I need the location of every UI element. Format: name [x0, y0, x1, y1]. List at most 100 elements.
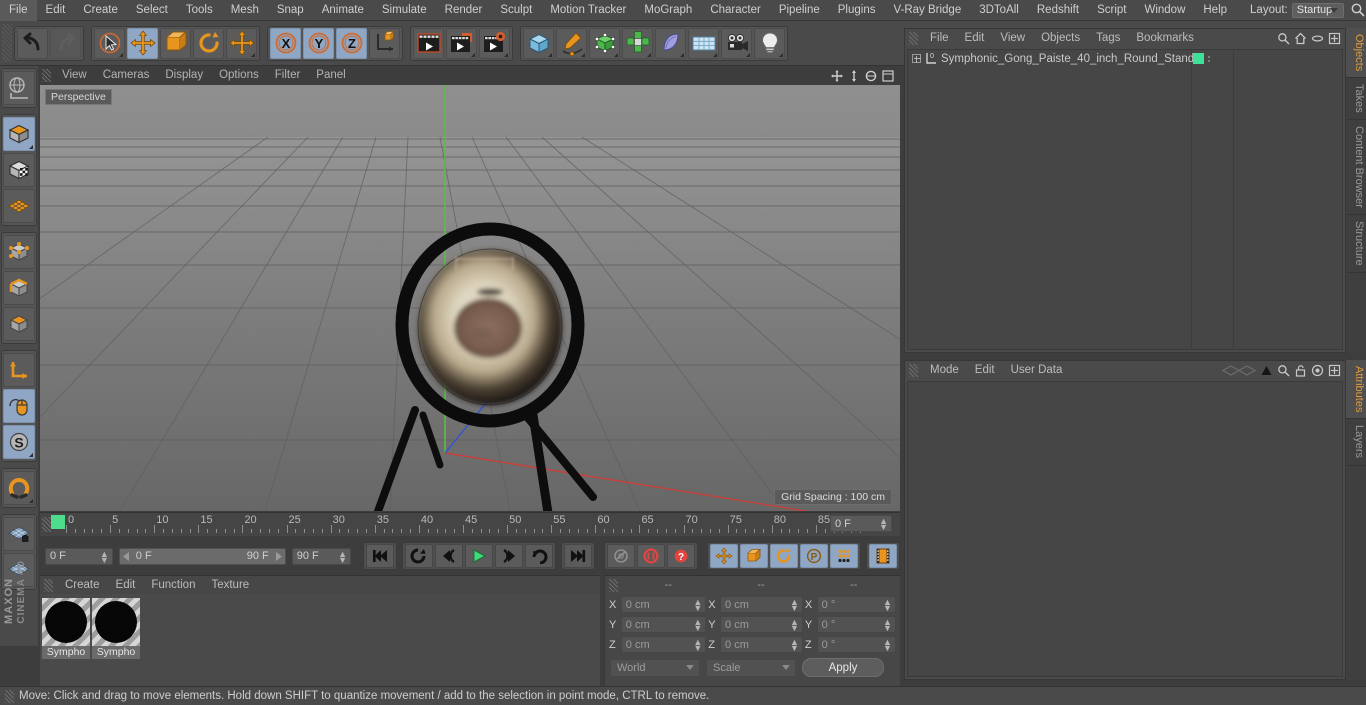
parameter-key-button[interactable]: P — [800, 544, 829, 568]
scene-floor-button[interactable] — [688, 27, 719, 59]
transform-mode-select[interactable]: Scale — [706, 658, 796, 677]
coordinate-position-z-field[interactable]: 0 cm ▲ ▼ — [620, 636, 707, 653]
model-mode-button[interactable] — [3, 117, 35, 151]
step-forward-button[interactable] — [495, 544, 524, 568]
layer-color-chip[interactable] — [1193, 53, 1204, 64]
object-axis-mode-button[interactable] — [3, 353, 35, 387]
menu-item-snap[interactable]: Snap — [268, 0, 313, 21]
current-frame-field[interactable]: 0 F ▲ ▼ — [45, 547, 113, 565]
material-item[interactable]: Sympho — [42, 598, 90, 683]
pan-viewport-icon[interactable] — [831, 69, 843, 82]
stepper-icon[interactable]: ▲ ▼ — [693, 618, 702, 633]
point-level-animation-button[interactable] — [830, 544, 859, 568]
menu-item-pipeline[interactable]: Pipeline — [770, 0, 829, 21]
timeline-frame-field[interactable]: 0 F ▲ ▼ — [830, 515, 892, 532]
attribute-menu-mode[interactable]: Mode — [922, 361, 967, 379]
polygons-mode-button[interactable] — [3, 307, 35, 341]
rotate-tool-button[interactable] — [193, 27, 224, 59]
world-object-axis-button[interactable] — [369, 27, 400, 59]
menu-search-icon[interactable] — [1350, 2, 1366, 18]
material-preview-sphere[interactable] — [42, 598, 90, 646]
home-icon[interactable] — [1294, 32, 1307, 45]
stepper-icon[interactable]: ▲ ▼ — [693, 638, 702, 653]
coordinate-rotation-x-field[interactable]: 0 ° ▲ ▼ — [816, 596, 896, 613]
play-backwards-loop-button[interactable] — [405, 544, 434, 568]
timeline-ruler[interactable]: 051015202530354045505560657075808590 — [40, 512, 900, 536]
end-frame-field[interactable]: 90 F ▲ ▼ — [291, 547, 352, 565]
search-icon[interactable] — [1277, 364, 1290, 377]
autokeying-button[interactable] — [607, 544, 636, 568]
nurbs-generator-button[interactable] — [589, 27, 620, 59]
spline-pen-button[interactable] — [556, 27, 587, 59]
vertical-tab-layers[interactable]: Layers — [1346, 419, 1366, 466]
play-forward-button[interactable] — [465, 544, 494, 568]
object-name[interactable]: Symphonic_Gong_Paiste_40_inch_Round_Stan… — [941, 53, 1194, 65]
material-menu-texture[interactable]: Texture — [203, 576, 257, 594]
material-menu-create[interactable]: Create — [57, 576, 108, 594]
lock-x-axis-button[interactable]: X — [270, 27, 301, 59]
stepper-icon[interactable]: ▲ ▼ — [883, 638, 892, 653]
material-menu-function[interactable]: Function — [143, 576, 203, 594]
menu-item-window[interactable]: Window — [1135, 0, 1194, 21]
arrow-up-icon[interactable] — [1260, 364, 1273, 377]
keyframe-selection-button[interactable]: ? — [667, 544, 696, 568]
object-menu-objects[interactable]: Objects — [1033, 29, 1088, 47]
object-menu-bookmarks[interactable]: Bookmarks — [1128, 29, 1202, 47]
menu-item-render[interactable]: Render — [436, 0, 492, 21]
coordinate-position-x-field[interactable]: 0 cm ▲ ▼ — [620, 596, 707, 613]
viewport-menu-cameras[interactable]: Cameras — [95, 66, 158, 85]
fit-icon[interactable] — [1328, 32, 1341, 45]
attribute-menu-user-data[interactable]: User Data — [1003, 361, 1071, 379]
ellipse-icon[interactable] — [1311, 32, 1324, 45]
menu-item-character[interactable]: Character — [701, 0, 770, 21]
menu-item-3dtoall[interactable]: 3DToAll — [970, 0, 1028, 21]
menu-item-simulate[interactable]: Simulate — [373, 0, 436, 21]
menu-item-plugins[interactable]: Plugins — [829, 0, 885, 21]
menu-item-edit[interactable]: Edit — [37, 0, 75, 21]
menu-item-mograph[interactable]: MoGraph — [635, 0, 701, 21]
light-button[interactable] — [754, 27, 785, 59]
step-back-button[interactable] — [435, 544, 464, 568]
object-menu-file[interactable]: File — [922, 29, 957, 47]
cube-primitive-button[interactable] — [523, 27, 554, 59]
vertical-tab-takes[interactable]: Takes — [1346, 78, 1366, 121]
menu-item-help[interactable]: Help — [1194, 0, 1236, 21]
coordinate-system-select[interactable]: World — [610, 658, 700, 677]
attribute-menu-edit[interactable]: Edit — [967, 361, 1003, 379]
snap-magnet-button[interactable] — [3, 471, 35, 505]
scale-tool-button[interactable] — [160, 27, 191, 59]
viewport-menu-panel[interactable]: Panel — [308, 66, 353, 85]
coordinate-rotation-y-field[interactable]: 0 ° ▲ ▼ — [816, 616, 896, 633]
object-manager-grip[interactable] — [909, 31, 918, 45]
coordinate-size-x-field[interactable]: 0 cm ▲ ▼ — [720, 596, 803, 613]
menu-item-redshift[interactable]: Redshift — [1028, 0, 1088, 21]
stepper-icon[interactable]: ▲ ▼ — [883, 598, 892, 613]
redo-button[interactable] — [50, 27, 81, 59]
vertical-tab-objects[interactable]: Objects — [1346, 28, 1366, 79]
stepper-icon[interactable]: ▲ ▼ — [100, 549, 109, 564]
vertical-tab-content-browser[interactable]: Content Browser — [1346, 120, 1366, 215]
zoom-viewport-icon[interactable] — [848, 69, 860, 82]
stepper-icon[interactable]: ▲ ▼ — [790, 638, 799, 653]
stepper-icon[interactable]: ▲ ▼ — [883, 618, 892, 633]
menu-item-file[interactable]: File — [0, 0, 37, 21]
live-selection-button[interactable] — [94, 27, 125, 59]
menu-item-create[interactable]: Create — [74, 0, 127, 21]
timeline-grip[interactable] — [42, 517, 51, 532]
undo-button[interactable] — [17, 27, 48, 59]
viewport-menu-display[interactable]: Display — [157, 66, 211, 85]
lock-y-axis-button[interactable]: Y — [303, 27, 334, 59]
menu-item-script[interactable]: Script — [1088, 0, 1135, 21]
search-icon[interactable] — [1277, 32, 1290, 45]
go-to-end-button[interactable] — [564, 544, 593, 568]
loop-playback-button[interactable] — [525, 544, 554, 568]
object-menu-edit[interactable]: Edit — [957, 29, 993, 47]
camera-button[interactable] — [721, 27, 752, 59]
material-grip[interactable] — [44, 578, 53, 592]
object-menu-tags[interactable]: Tags — [1088, 29, 1128, 47]
enable-axis-mouse-button[interactable] — [3, 389, 35, 423]
render-view-button[interactable] — [413, 27, 444, 59]
menu-item-select[interactable]: Select — [127, 0, 177, 21]
stepper-icon[interactable]: ▲ ▼ — [790, 618, 799, 633]
menu-item-motion-tracker[interactable]: Motion Tracker — [541, 0, 635, 21]
